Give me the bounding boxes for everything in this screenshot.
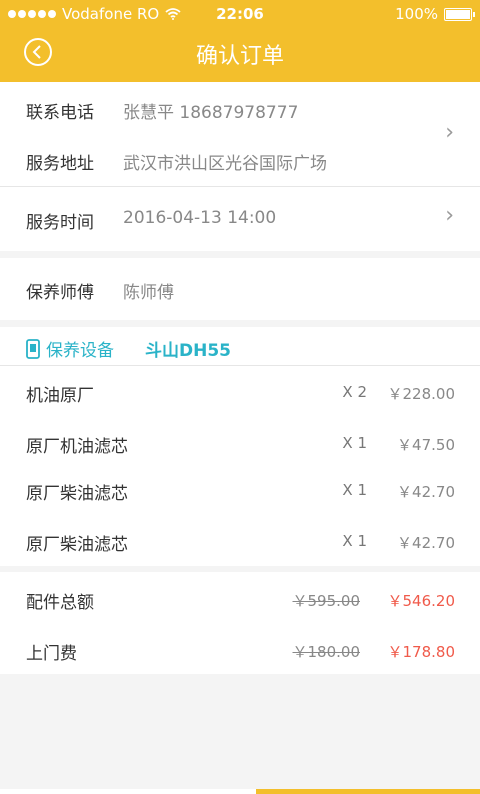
divider (0, 365, 480, 366)
item-qty: X 2 (342, 383, 367, 401)
parts-old-price: ￥595.00 (292, 592, 361, 610)
technician-label: 保养师傅 (26, 283, 94, 303)
item-qty: X 1 (342, 434, 367, 452)
phone-label: 联系电话 (26, 103, 94, 123)
visit-old-price: ￥180.00 (292, 643, 361, 661)
chevron-right-icon: › (445, 120, 454, 145)
service-time-value: 2016-04-13 14:00 (123, 208, 277, 228)
bottom-action-bar[interactable] (0, 789, 480, 794)
item-qty: X 1 (342, 532, 367, 550)
service-time-label: 服务时间 (26, 213, 94, 233)
visit-fee-label: 上门费 (26, 644, 77, 664)
item-qty: X 1 (342, 481, 367, 499)
item-name: 原厂机油滤芯 (26, 437, 128, 457)
item-price: ￥42.70 (397, 534, 455, 552)
item-price: ￥228.00 (387, 385, 456, 403)
visit-new-price: ￥178.80 (387, 643, 456, 661)
phone-device-icon (26, 338, 40, 359)
equipment-name: 斗山DH55 (145, 341, 231, 361)
equipment-title: 保养设备 (26, 336, 114, 361)
address-label: 服务地址 (26, 154, 94, 174)
item-name: 机油原厂 (26, 386, 94, 406)
phone-value: 张慧平 18687978777 (123, 103, 299, 123)
battery-icon (444, 7, 475, 21)
item-name: 原厂柴油滤芯 (26, 484, 128, 504)
page-title: 确认订单 (195, 44, 284, 69)
item-price: ￥42.70 (397, 483, 455, 501)
item-price: ￥47.50 (397, 436, 455, 454)
equipment-title-label: 保养设备 (46, 341, 114, 361)
app-header: Vodafone RO 22:06 100% 确认订单 (0, 0, 480, 82)
parts-new-price: ￥546.20 (387, 592, 456, 610)
battery-label: 100% (395, 5, 438, 23)
parts-total-label: 配件总额 (26, 593, 94, 613)
battery-group: 100% (395, 5, 475, 23)
status-bar: Vodafone RO 22:06 100% (0, 0, 480, 28)
service-time-row[interactable]: 服务时间 2016-04-13 14:00 › (0, 187, 480, 251)
technician-row: 保养师傅 陈师傅 (0, 258, 480, 320)
item-name: 原厂柴油滤芯 (26, 535, 128, 555)
technician-value: 陈师傅 (123, 283, 174, 303)
contact-card[interactable]: 联系电话 张慧平 18687978777 服务地址 武汉市洪山区光谷国际广场 › (0, 82, 480, 186)
submit-button-edge[interactable] (256, 789, 480, 794)
chevron-right-icon: › (445, 203, 454, 228)
address-value: 武汉市洪山区光谷国际广场 (123, 154, 327, 174)
